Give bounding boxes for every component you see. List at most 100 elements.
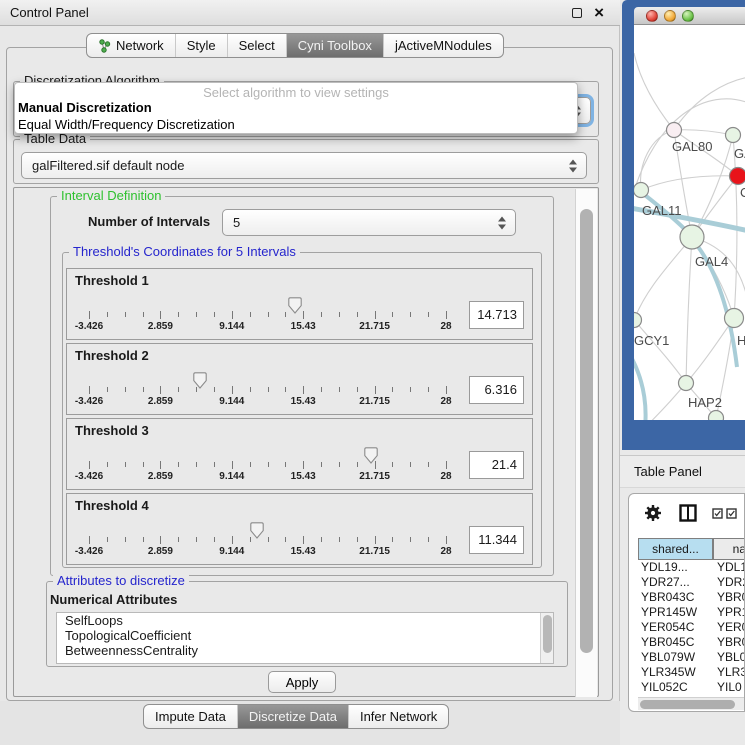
list-scrollbar-thumb[interactable]	[543, 615, 552, 653]
numerical-attribute-item[interactable]: SelfLoops	[57, 613, 553, 628]
network-icon	[98, 39, 111, 53]
network-edge	[686, 237, 692, 383]
table-row[interactable]: YBR043CYBR0	[638, 590, 744, 605]
threshold-slider[interactable]: -3.4262.8599.14415.4321.71528	[89, 372, 446, 408]
column-header-name[interactable]: na	[713, 538, 745, 560]
slider-tick	[107, 387, 108, 392]
threshold-value-field[interactable]: 11.344	[469, 526, 524, 554]
thresholds-group-title: Threshold's Coordinates for 5 Intervals	[69, 244, 300, 259]
slider-tick	[107, 462, 108, 467]
dropdown-hint: Select algorithm to view settings	[15, 85, 577, 100]
dropdown-option-manual[interactable]: Manual Discretization	[18, 100, 152, 115]
split-columns-icon[interactable]	[679, 504, 697, 522]
tab-impute-data[interactable]: Impute Data	[144, 705, 237, 728]
table-row[interactable]: YDL19...YDL1	[638, 560, 744, 575]
tab-network[interactable]: Network	[87, 34, 175, 57]
cell-name: YLR3	[717, 665, 744, 680]
slider-handle[interactable]	[250, 522, 264, 539]
gear-icon[interactable]	[644, 504, 662, 522]
table-data-combobox[interactable]: galFiltered.sif default node	[21, 152, 587, 179]
vertical-scrollbar[interactable]	[575, 189, 597, 697]
slider-tick-label: 21.715	[359, 546, 390, 557]
apply-button[interactable]: Apply	[268, 671, 336, 693]
threshold-slider[interactable]: -3.4262.8599.14415.4321.71528	[89, 522, 446, 558]
slider-handle[interactable]	[288, 297, 302, 314]
slider-tick	[321, 462, 322, 467]
network-edge	[641, 176, 738, 190]
column-header-shared-name[interactable]: shared...	[638, 538, 713, 560]
numerical-attributes-list[interactable]: SelfLoopsTopologicalCoefficientBetweenne…	[56, 612, 554, 664]
close-traffic-light-icon[interactable]	[646, 10, 658, 22]
table-row[interactable]: YBR045CYBR0	[638, 635, 744, 650]
numerical-attribute-item[interactable]: BetweennessCentrality	[57, 643, 553, 658]
table-row[interactable]: YER054CYER0	[638, 620, 744, 635]
close-icon[interactable]: ×	[594, 1, 604, 25]
slider-tick	[178, 537, 179, 542]
slider-tick-label: 28	[440, 546, 451, 557]
tab-jactivemnodules[interactable]: jActiveMNodules	[383, 34, 503, 57]
table-row[interactable]: YDR27...YDR2	[638, 575, 744, 590]
threshold-value-field[interactable]: 14.713	[469, 301, 524, 329]
top-tab-bar: Network Style Select Cyni Toolbox jActiv…	[86, 33, 504, 58]
node-right-mid[interactable]	[725, 309, 744, 328]
slider-tick	[357, 312, 358, 317]
checkbox-icon[interactable]	[712, 508, 723, 519]
slider-tick	[232, 536, 233, 544]
vertical-scrollbar-thumb[interactable]	[580, 209, 593, 653]
slider-tick	[214, 312, 215, 317]
network-view-canvas[interactable]: GAL80GACGAL11GAL4GCY1HHAP2	[634, 25, 745, 420]
threshold-1-panel: Threshold 1 -3.4262.8599.14415.4321.7152…	[66, 268, 533, 340]
horizontal-scrollbar[interactable]	[638, 697, 744, 710]
dropdown-option-equal-width[interactable]: Equal Width/Frequency Discretization	[18, 117, 235, 132]
slider-tick-label: 15.43	[291, 396, 316, 407]
slider-tick	[160, 461, 161, 469]
node-gal11[interactable]	[634, 183, 649, 198]
slider-tick	[232, 461, 233, 469]
num-intervals-spinner[interactable]: 5	[222, 209, 516, 236]
slider-tick	[321, 537, 322, 542]
slider-tick	[196, 537, 197, 542]
checkbox-icon[interactable]	[726, 508, 737, 519]
node-hap2[interactable]	[679, 376, 694, 391]
float-window-icon[interactable]	[572, 8, 582, 18]
node-gcy1[interactable]	[634, 313, 642, 328]
slider-tick	[285, 387, 286, 392]
slider-handle[interactable]	[193, 372, 207, 389]
slider-tick-label: -3.426	[75, 546, 103, 557]
table-row[interactable]: YBL079WYBL0	[638, 650, 744, 665]
slider-tick	[392, 537, 393, 542]
node-table-panel: shared... na YDL19...YDL1YDR27...YDR2YBR…	[628, 493, 745, 712]
threshold-slider[interactable]: -3.4262.8599.14415.4321.71528	[89, 447, 446, 483]
slider-tick	[143, 537, 144, 542]
tab-style[interactable]: Style	[175, 34, 227, 57]
threshold-value-field[interactable]: 21.4	[469, 451, 524, 479]
node-gal80-neighbor[interactable]	[667, 123, 682, 138]
table-row[interactable]: YIL052CYIL0	[638, 680, 744, 695]
node-bottom[interactable]	[709, 411, 724, 421]
table-data-value: galFiltered.sif default node	[32, 158, 184, 173]
tab-discretize-data[interactable]: Discretize Data	[237, 705, 348, 728]
node-gal4[interactable]	[680, 225, 704, 249]
slider-tick	[232, 386, 233, 394]
network-edge	[634, 53, 674, 130]
numerical-attribute-item[interactable]: TopologicalCoefficient	[57, 628, 553, 643]
cell-shared-name: YDR27...	[641, 575, 713, 590]
node-red[interactable]	[730, 168, 745, 185]
slider-handle[interactable]	[364, 447, 378, 464]
table-row[interactable]: YLR345WYLR3	[638, 665, 744, 680]
horizontal-scrollbar-thumb[interactable]	[640, 700, 735, 709]
slider-tick	[143, 312, 144, 317]
tab-select[interactable]: Select	[227, 34, 286, 57]
threshold-slider[interactable]: -3.4262.8599.14415.4321.71528	[89, 297, 446, 333]
threshold-value-field[interactable]: 6.316	[469, 376, 524, 404]
slider-tick	[160, 386, 161, 394]
node-top-right[interactable]	[726, 128, 741, 143]
cell-shared-name: YER054C	[641, 620, 713, 635]
tab-infer-network[interactable]: Infer Network	[348, 705, 448, 728]
minimize-traffic-light-icon[interactable]	[664, 10, 676, 22]
list-scrollbar[interactable]	[540, 613, 553, 663]
zoom-traffic-light-icon[interactable]	[682, 10, 694, 22]
tab-cyni-toolbox[interactable]: Cyni Toolbox	[286, 34, 383, 57]
table-row[interactable]: YPR145WYPR1	[638, 605, 744, 620]
slider-tick	[268, 312, 269, 317]
